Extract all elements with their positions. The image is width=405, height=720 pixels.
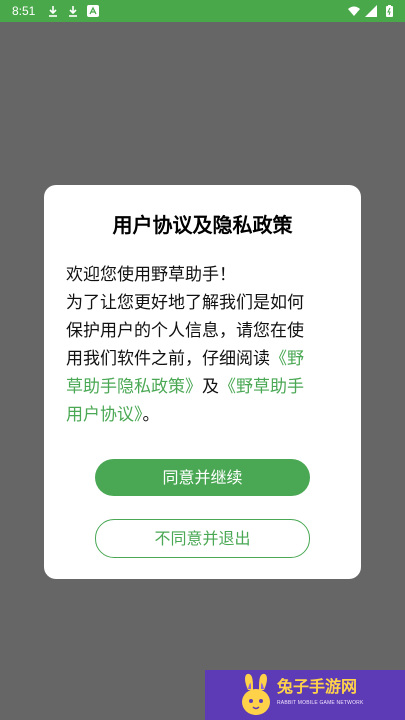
dialog-title: 用户协议及隐私政策	[112, 213, 293, 237]
wifi-icon	[348, 6, 360, 16]
body-line: 用户协议》。	[66, 401, 342, 429]
signal-icon	[365, 5, 377, 17]
watermark: 兔子手游网 RABBIT MOBILE GAME NETWORK	[205, 670, 405, 720]
body-line: 保护用户的个人信息，请您在使	[66, 321, 304, 341]
status-bar: 8:51	[0, 0, 405, 22]
privacy-dialog: 用户协议及隐私政策 欢迎您使用野草助手！ 为了让您更好地了解我们是如何 保护用户…	[44, 185, 361, 579]
and-text: 及	[202, 377, 219, 397]
disagree-exit-button[interactable]: 不同意并退出	[95, 519, 310, 558]
watermark-title: 兔子手游网	[277, 677, 358, 696]
body-text: 用我们软件之前，仔细阅读	[66, 349, 270, 369]
dialog-body: 欢迎您使用野草助手！ 为了让您更好地了解我们是如何 保护用户的个人信息，请您在使…	[66, 261, 342, 429]
a-icon	[87, 5, 99, 17]
rabbit-logo-icon	[242, 673, 270, 715]
watermark-subtitle: RABBIT MOBILE GAME NETWORK	[277, 700, 364, 706]
user-agreement-link[interactable]: 《野草助手	[219, 377, 304, 397]
body-line: 用我们软件之前，仔细阅读《野	[66, 345, 342, 373]
download-icon	[69, 6, 77, 17]
body-line: 草助手隐私政策》及《野草助手	[66, 373, 342, 401]
body-line: 欢迎您使用野草助手！	[66, 265, 236, 285]
end-text: 。	[142, 405, 160, 425]
body-line: 为了让您更好地了解我们是如何	[66, 293, 304, 313]
privacy-policy-link[interactable]: 《野	[270, 349, 304, 369]
status-time: 8:51	[12, 4, 36, 18]
user-agreement-link[interactable]: 用户协议》	[66, 405, 143, 425]
download-icon	[49, 6, 57, 17]
privacy-policy-link[interactable]: 草助手隐私政策》	[66, 377, 202, 397]
agree-continue-button[interactable]: 同意并继续	[95, 459, 310, 496]
battery-icon	[386, 5, 393, 17]
